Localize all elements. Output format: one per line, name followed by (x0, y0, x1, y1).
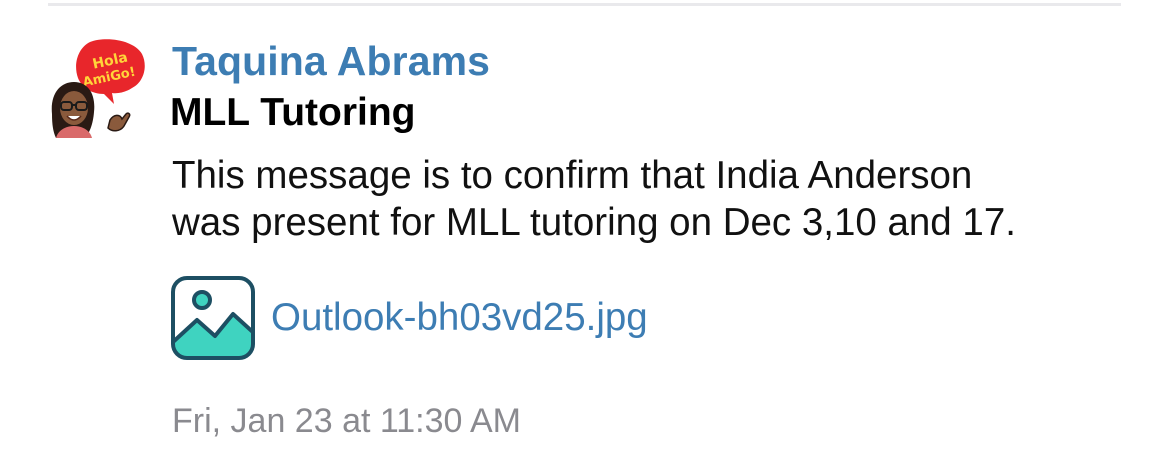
attachment-filename[interactable]: Outlook-bh03vd25.jpg (271, 296, 648, 340)
message-body-line: was present for MLL tutoring on Dec 3,10… (172, 201, 1016, 244)
message-subject: MLL Tutoring (170, 91, 416, 134)
sender-name[interactable]: Taquina Abrams (172, 38, 490, 85)
message-body: This message is to confirm that India An… (172, 152, 1132, 246)
attachment-link[interactable]: Outlook-bh03vd25.jpg (171, 275, 648, 361)
top-divider (48, 3, 1121, 6)
bitmoji-avatar-icon: Hola AmiGo! (51, 39, 145, 138)
message-timestamp: Fri, Jan 23 at 11:30 AM (172, 402, 521, 440)
image-file-icon (171, 276, 255, 360)
message-body-line: This message is to confirm that India An… (172, 154, 973, 197)
sender-avatar[interactable]: Hola AmiGo! (48, 36, 148, 138)
